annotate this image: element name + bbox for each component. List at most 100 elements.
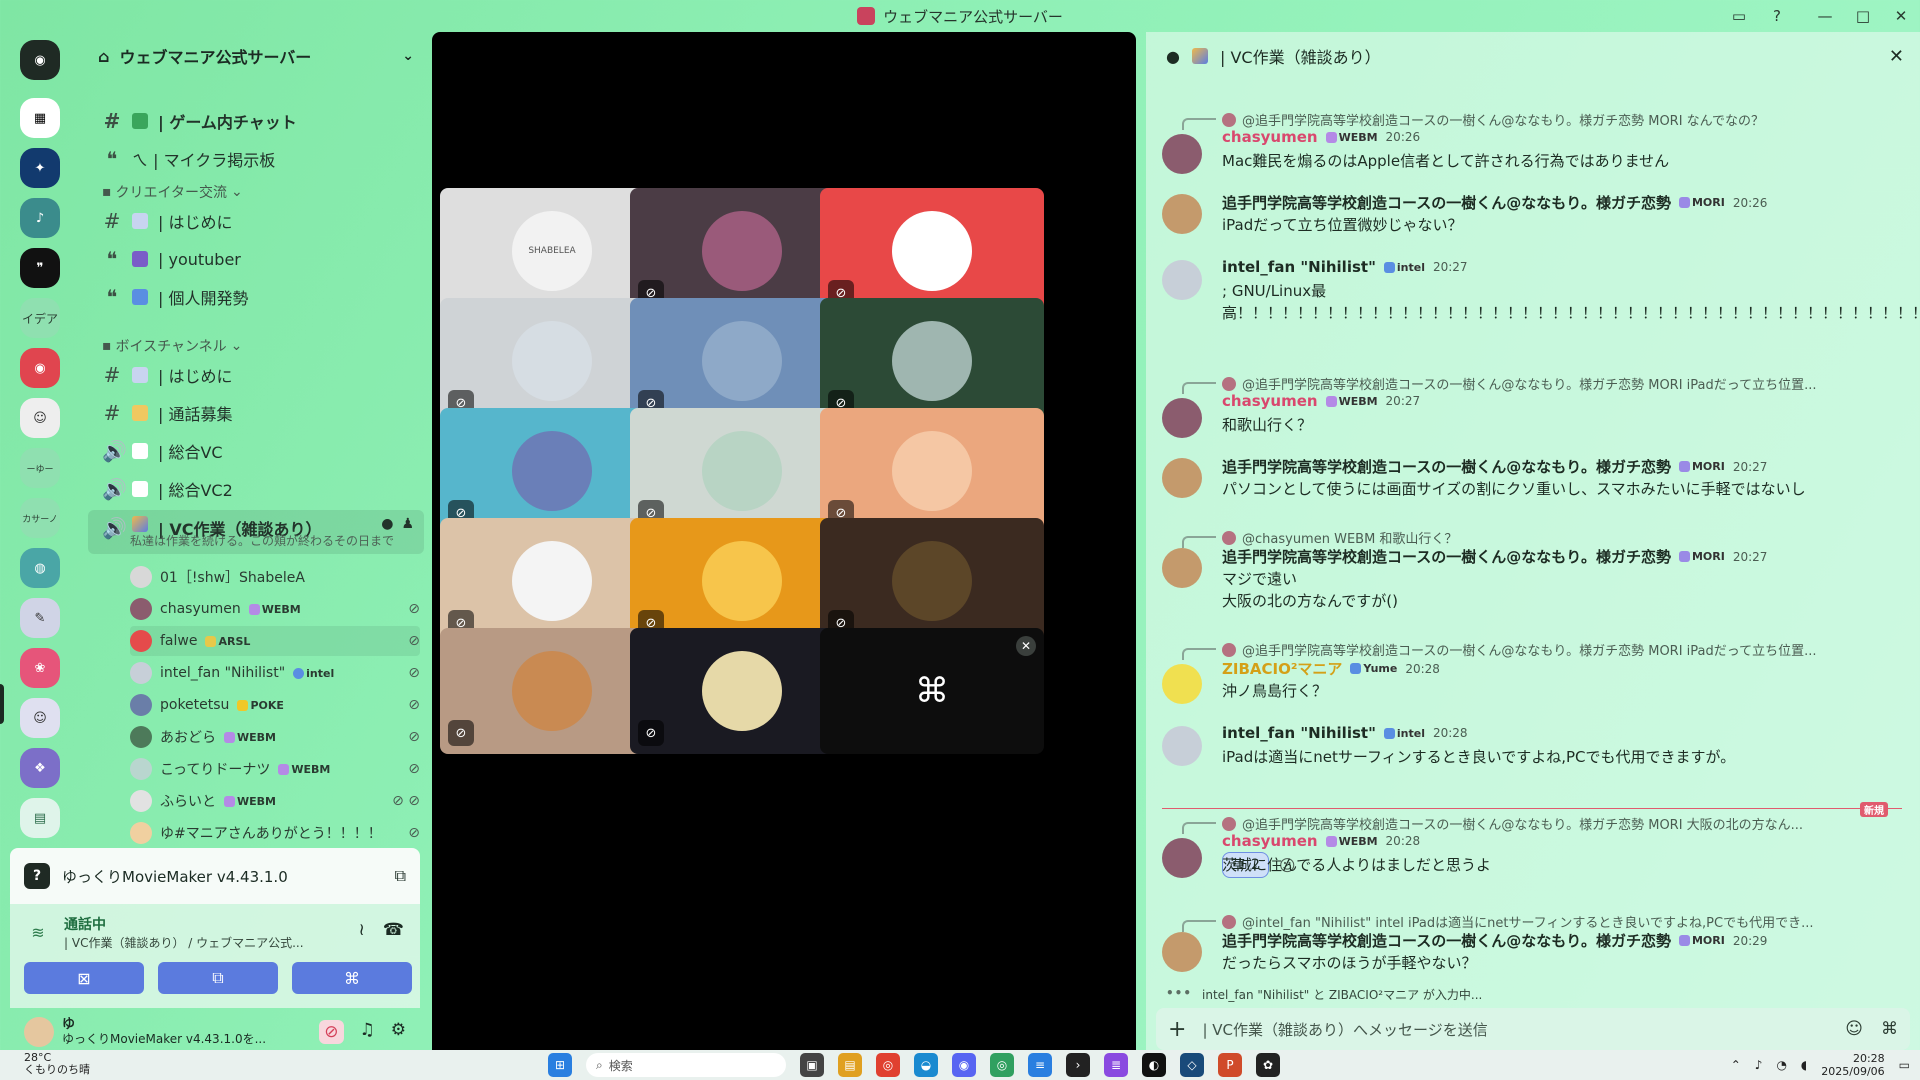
reply-preview[interactable]: @追手門学院高等学校創造コースの一樹くん@ななもり。様ガチ恋勢 MORI iPa… [1222,640,1862,659]
pink-server-icon[interactable]: ❀ [20,648,60,688]
server-header[interactable]: ⌂ ウェブマニア公式サーバー ⌄ [82,32,430,80]
chevron-up-icon[interactable]: ⌃ [1731,1058,1741,1072]
chat-bubble-icon[interactable]: ● [381,516,393,532]
composer-placeholder[interactable]: | VC作業（雑談あり）へメッセージを送信 [1202,1019,1487,1040]
camera-off-button[interactable]: ⊠ [24,962,144,994]
vc-user[interactable]: falwe ARSL ⊘ [130,626,420,656]
kasa-server-icon[interactable]: カサーノ [20,498,60,538]
user-names[interactable]: ゆ ゆっくりMovieMaker v4.43.1.0を... [62,1018,266,1047]
settings-gear-icon[interactable]: ⚙ [391,1020,406,1044]
vc-user[interactable]: intel_fan "Nihilist" intel ⊘ [130,658,420,688]
author-name[interactable]: intel_fan "Nihilist" [1222,724,1376,742]
author-name[interactable]: chasyumen [1222,128,1318,146]
author-name[interactable]: 追手門学院高等学校創造コースの一樹くん@ななもり。様ガチ恋勢 [1222,546,1671,567]
author-name[interactable]: ZIBACIO²マニア [1222,658,1342,679]
voice-location[interactable]: | VC作業（雑談あり） / ウェブマニア公式... [64,934,304,951]
task-view-icon[interactable]: ▣ [800,1053,824,1077]
vc-user[interactable]: こってりドーナツ WEBM ⊘ [130,754,420,784]
github-icon[interactable]: ◐ [1142,1053,1166,1077]
notepad-icon[interactable]: ≡ [1028,1053,1052,1077]
blue-server-icon[interactable]: ✦ [20,148,60,188]
channel-voice-hajimeni[interactable]: # | はじめに [88,358,424,392]
avatar[interactable] [1162,548,1202,588]
close-icon[interactable]: ✕ [1889,46,1904,67]
code-icon[interactable]: ◇ [1180,1053,1204,1077]
channel-general-vc[interactable]: 🔊 | 総合VC [88,434,424,468]
vc-user[interactable]: chasyumen WEBM ⊘ [130,594,420,624]
disconnect-icon[interactable]: ☎ [383,920,404,940]
signal-icon[interactable]: ≋ [24,919,52,947]
channel-call-recruit[interactable]: # | 通話募集 [88,396,424,430]
channel-hajimeni[interactable]: # | はじめに [88,204,424,238]
openai-icon[interactable]: ✿ [1256,1053,1280,1077]
green-server-icon[interactable]: ▤ [20,798,60,838]
message-composer[interactable]: + | VC作業（雑談あり）へメッセージを送信 ☺ ⌘ [1156,1008,1910,1050]
activity-button[interactable]: ⌘ [292,962,412,994]
powerpoint-icon[interactable]: P [1218,1053,1242,1077]
terminal-icon[interactable]: › [1066,1053,1090,1077]
author-name[interactable]: chasyumen [1222,832,1318,850]
author-name[interactable]: intel_fan "Nihilist" [1222,258,1376,276]
robot-server-icon[interactable]: ◍ [20,548,60,588]
avatar[interactable] [1162,134,1202,174]
notification-icon[interactable]: ▭ [1899,1058,1910,1072]
vc-user[interactable]: ゆ#マニアさんありがとう！！！！ ⊘ [130,818,420,848]
gamepad-icon[interactable]: ⌘ [1881,1019,1898,1039]
weather-widget[interactable]: 28°C くもりのち晴 [24,1052,90,1076]
avatar[interactable] [1162,838,1202,878]
art-server-icon[interactable]: ✎ [20,598,60,638]
edge-icon[interactable]: ◒ [914,1053,938,1077]
anime-server-icon[interactable]: ☺ [20,398,60,438]
quote-server-icon[interactable]: ❞ [20,248,60,288]
screen-share-icon[interactable]: ⧉ [395,866,406,886]
vc-user[interactable]: あおどら WEBM ⊘ [130,722,420,752]
author-name[interactable]: 追手門学院高等学校創造コースの一樹くん@ななもり。様ガチ恋勢 [1222,192,1671,213]
discord-icon[interactable]: ◉ [952,1053,976,1077]
activity-card[interactable]: ? ゆっくりMovieMaker v4.43.1.0 ⧉ [10,848,420,904]
avatar[interactable] [1162,932,1202,972]
reply-preview[interactable]: @追手門学院高等学校創造コースの一樹くん@ななもり。様ガチ恋勢 MORI なんで… [1222,110,1862,129]
category-voice[interactable]: ▪ ボイスチャンネル ⌄ [102,336,242,356]
avatar[interactable] [1162,260,1202,300]
start-icon[interactable]: ⊞ [548,1053,572,1077]
reply-preview[interactable]: @intel_fan "Nihilist" intel iPadは適当にnetサ… [1222,912,1862,931]
avatar[interactable] [24,1017,54,1047]
taskbar-search[interactable]: ⌕ 検索 [586,1053,786,1077]
avatar[interactable] [1162,664,1202,704]
screen-share-button[interactable]: ⧉ [158,962,278,994]
mic-muted-icon[interactable]: ⊘ [319,1020,344,1044]
close-icon[interactable]: ✕ [1016,636,1036,656]
reply-preview[interactable]: @chasyumen WEBM 和歌山行く？ [1222,528,1862,547]
vc-user[interactable]: 01［!shw］ShabeleA [130,562,420,592]
reply-preview[interactable]: @追手門学院高等学校創造コースの一樹くん@ななもり。様ガチ恋勢 MORI iPa… [1222,374,1862,393]
chrome-icon[interactable]: ◎ [876,1053,900,1077]
mic-icon[interactable]: ♪ [1755,1058,1763,1072]
stack-icon[interactable]: ≣ [1104,1053,1128,1077]
channel-indie-dev[interactable]: ❝ | 個人開発勢 [88,280,424,314]
qr-server-icon[interactable]: ▦ [20,98,60,138]
invite-user-icon[interactable]: ♟ [401,516,414,532]
attach-plus-icon[interactable]: + [1168,1017,1186,1042]
girl-server-icon[interactable]: ☺ [20,698,60,738]
video-tile[interactable]: ⊘ [820,298,1044,424]
yu-server-icon[interactable]: ーゆー [20,448,60,488]
maximize-icon[interactable]: □ [1844,0,1882,32]
category-creator[interactable]: ▪ クリエイター交流 ⌄ [102,182,243,202]
wifi-icon[interactable]: ◔ [1776,1058,1786,1072]
inbox-icon[interactable]: ▭ [1720,0,1758,32]
video-tile[interactable]: ⌘ ✕ [820,628,1044,754]
headphones-icon[interactable]: ♫ [360,1020,375,1044]
channel-minecraft-board[interactable]: ❝ ㄟ | マイクラ掲示板 [88,142,424,176]
noise-suppression-icon[interactable]: ≀ [358,920,364,940]
emoji-picker-icon[interactable]: ☺ [1845,1019,1863,1039]
channel-youtuber[interactable]: ❝ | youtuber [88,242,424,276]
discord-red-server-icon[interactable]: ◉ [20,348,60,388]
video-tile[interactable]: ⊘ [820,408,1044,534]
purple-server-icon[interactable]: ❖ [20,748,60,788]
channel-general-vc2[interactable]: 🔊 | 総合VC2 [88,472,424,506]
author-name[interactable]: 追手門学院高等学校創造コースの一樹くん@ななもり。様ガチ恋勢 [1222,456,1671,477]
volume-icon[interactable]: ◖ [1801,1058,1807,1072]
chrome-alt-icon[interactable]: ◎ [990,1053,1014,1077]
avatar[interactable] [1162,458,1202,498]
video-tile[interactable]: ⊘ [820,518,1044,644]
